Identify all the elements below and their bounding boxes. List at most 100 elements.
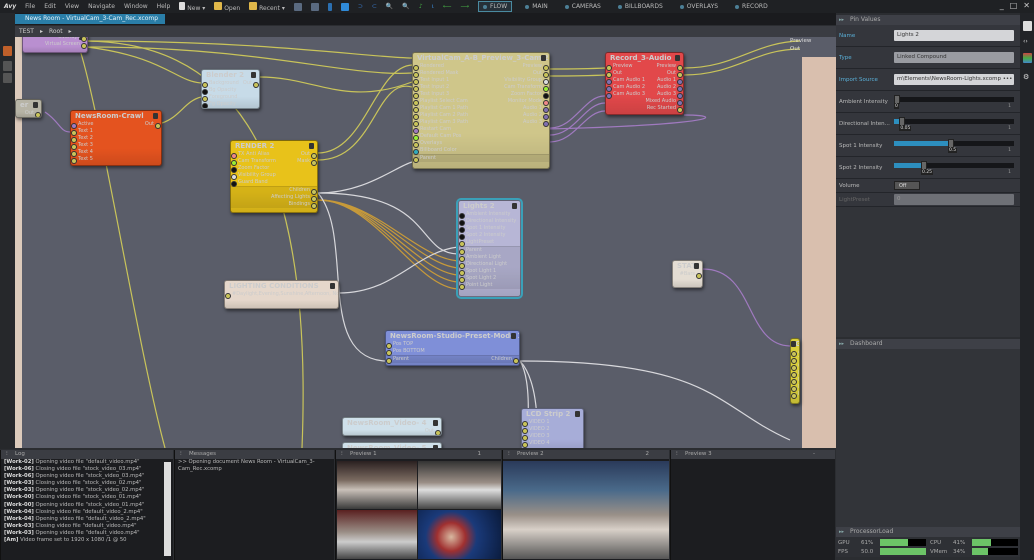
- menu-file[interactable]: File: [25, 3, 35, 10]
- open-button[interactable]: Open: [214, 1, 240, 12]
- breadcrumb-test[interactable]: TEST: [19, 28, 34, 35]
- pin-output[interactable]: Out: [25, 110, 41, 117]
- pin-output[interactable]: Audio 1: [645, 77, 683, 85]
- pin-output[interactable]: Virtual Screen: [45, 41, 87, 49]
- flow-canvas[interactable]: Preview Out Overlays Virtual Screen er Out N…: [15, 37, 836, 448]
- pin-output[interactable]: Out: [239, 80, 259, 88]
- pin-output[interactable]: Mask: [276, 158, 317, 166]
- node-menu-icon[interactable]: [330, 283, 335, 289]
- arrow-right-icon[interactable]: ⟶: [460, 3, 469, 10]
- pin-input[interactable]: VIDEO 1: [522, 419, 553, 427]
- workspace-record[interactable]: RECORD: [731, 2, 772, 11]
- pin-input[interactable]: Preview: [606, 63, 645, 71]
- pin-input[interactable]: Bg Opacity: [202, 87, 239, 95]
- slider-handle[interactable]: [894, 94, 900, 104]
- pin-input[interactable]: Rendered Mask: [413, 70, 481, 78]
- pin-output[interactable]: Audio 3: [645, 91, 683, 99]
- root-output-preview[interactable]: Preview: [790, 37, 811, 45]
- pin-input[interactable]: Playlist Cam 1 Path: [413, 105, 481, 113]
- pin-input[interactable]: Foreground: [202, 94, 239, 102]
- node-menu-icon[interactable]: [251, 72, 256, 78]
- node-render-2[interactable]: RENDER 2 TX Anti Alias Cam Transform Zoom F…: [230, 140, 318, 213]
- menu-edit[interactable]: Edit: [44, 3, 56, 10]
- pin-output[interactable]: Audio 2: [481, 112, 549, 120]
- node-menu-icon[interactable]: [153, 113, 158, 119]
- pin-input[interactable]: Billboard Color: [413, 147, 481, 155]
- log-scrollbar[interactable]: [164, 462, 171, 556]
- connect-icon[interactable]: ♪: [419, 3, 423, 10]
- node-newsroom-studio-preset-mode-1[interactable]: NewsRoom-Studio-Preset-Mode 1 Pos TOP Pos …: [385, 330, 520, 366]
- node-g[interactable]: GATGRBDP: [790, 338, 800, 404]
- node-er[interactable]: er Out: [15, 99, 42, 118]
- pin-output[interactable]: Out: [116, 121, 161, 129]
- pin-input[interactable]: Default Cam Pos: [413, 133, 481, 141]
- node-menu-icon[interactable]: [575, 411, 580, 417]
- pin-output[interactable]: Out: [481, 70, 549, 78]
- pin-input[interactable]: Restart Cam: [413, 126, 481, 134]
- breadcrumb-root[interactable]: Root: [49, 28, 63, 35]
- pin-input[interactable]: Text 5: [71, 156, 116, 164]
- settings-icon[interactable]: ⚙: [1023, 73, 1032, 83]
- pin-output[interactable]: Rec Started: [645, 105, 683, 113]
- node-menu-icon[interactable]: [33, 102, 38, 108]
- document-tab[interactable]: News Room - VirtualCam_3-Cam_Rec.xcomp: [15, 14, 165, 24]
- volume-toggle[interactable]: Off: [894, 181, 920, 190]
- node-menu-icon[interactable]: [433, 420, 438, 426]
- pin-output[interactable]: #Bars: [680, 271, 702, 279]
- pin-input[interactable]: Fg Opacity: [202, 101, 239, 108]
- layers-icon[interactable]: [1023, 53, 1032, 63]
- pin-input[interactable]: Playlist Cam 2 Path: [413, 112, 481, 120]
- node-menu-icon[interactable]: [675, 55, 680, 61]
- node-lights-2[interactable]: Lights 2 Ambient Intensity Directional Int…: [458, 200, 521, 297]
- zoom-in-icon[interactable]: 🔍: [386, 3, 393, 10]
- pin-output[interactable]: Zoom Factor: [481, 91, 549, 99]
- pin-input[interactable]: T: [791, 356, 799, 364]
- slider-handle[interactable]: [921, 160, 927, 170]
- preview-number[interactable]: 2: [646, 450, 650, 459]
- pin-input[interactable]: Parent: [459, 247, 507, 255]
- pin-input[interactable]: Parent: [413, 155, 481, 163]
- name-field[interactable]: Lights 2: [894, 30, 1014, 41]
- pin-input[interactable]: VIDEO 2: [522, 426, 553, 434]
- pin-input[interactable]: Text 2: [71, 135, 116, 143]
- pin-input[interactable]: Out: [606, 70, 645, 78]
- pin-output[interactable]: Out: [276, 151, 317, 159]
- stop-icon[interactable]: [340, 2, 349, 11]
- pin-input[interactable]: Test Input 2: [413, 84, 481, 92]
- pin-input[interactable]: Guard Band: [231, 179, 276, 187]
- tool-icon[interactable]: [3, 61, 12, 71]
- arrow-left-icon[interactable]: ⟵: [443, 3, 452, 10]
- pin-input[interactable]: Cam Transform: [231, 158, 276, 166]
- pin-input[interactable]: Directional Light: [459, 261, 507, 269]
- new-button[interactable]: New ▾: [179, 1, 205, 12]
- redo-icon[interactable]: ⊂: [372, 3, 377, 10]
- pin-output[interactable]: Visibility Group: [481, 77, 549, 85]
- pin-input[interactable]: Pos BOTTOM: [386, 348, 453, 356]
- pin-output[interactable]: Bindings: [271, 201, 317, 209]
- pin-input[interactable]: Background: [202, 80, 239, 88]
- recent-button[interactable]: Recent ▾: [249, 1, 285, 12]
- pin-input[interactable]: Overlays: [413, 140, 481, 148]
- pin-output[interactable]: Preview: [481, 63, 549, 71]
- play-icon[interactable]: [327, 2, 332, 11]
- preview-number[interactable]: -: [813, 450, 815, 459]
- intensity-slider[interactable]: 01: [894, 94, 1014, 109]
- pin-output[interactable]: Audio 3: [481, 119, 549, 127]
- node-menu-icon[interactable]: [511, 333, 516, 339]
- pin-input[interactable]: Cam Audio 2: [606, 84, 645, 92]
- maximize-button[interactable]: □: [1010, 1, 1018, 10]
- close-button[interactable]: ✕: [1023, 1, 1030, 10]
- slider-handle[interactable]: [899, 116, 906, 126]
- pin-output[interactable]: Children: [271, 187, 317, 195]
- pin-output[interactable]: Affecting Lights: [271, 194, 317, 202]
- pin-input[interactable]: Visibility Group: [231, 172, 276, 180]
- pin-output[interactable]: Audio 2: [645, 84, 683, 92]
- node-menu-icon[interactable]: [541, 55, 546, 61]
- workspace-billboards[interactable]: BILLBOARDS: [614, 2, 667, 11]
- preview-number[interactable]: 1: [478, 450, 482, 459]
- tool-icon[interactable]: [3, 73, 12, 83]
- node-stat[interactable]: STAT #Bars: [672, 260, 703, 288]
- zoom-out-icon[interactable]: 🔍: [402, 3, 409, 10]
- pin-input[interactable]: TX Anti Alias: [231, 151, 276, 159]
- node-virtualcam-a-b-preview-3-cam-2[interactable]: VirtualCam_A-B_Preview_3-Cam 2 Rendered Re…: [412, 52, 550, 169]
